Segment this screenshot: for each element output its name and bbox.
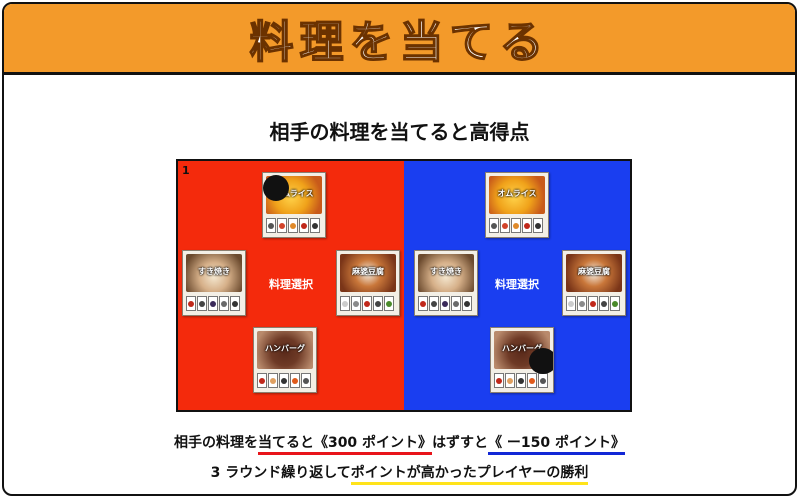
header-bar: 料理を当てる xyxy=(4,4,795,75)
rule-miss-points: 《 ー150 ポイント》 xyxy=(488,435,626,455)
dish-card-omurice[interactable]: オムライス xyxy=(485,172,549,238)
rule-text: 3 ラウンド繰り返して xyxy=(210,465,351,481)
ingredient-row xyxy=(186,296,244,311)
ingredient-row xyxy=(257,373,315,388)
ingredient-row xyxy=(494,373,552,388)
page-title: 料理を当てる xyxy=(249,16,550,69)
dish-name: ハンバーグ xyxy=(265,344,305,353)
dish-card-mabo[interactable]: 麻婆豆腐 xyxy=(336,250,400,316)
ingredient-row xyxy=(489,218,547,233)
dish-name: すき焼き xyxy=(430,267,462,276)
subtitle: 相手の料理を当てると高得点 xyxy=(269,120,530,144)
ink-blot xyxy=(263,175,289,201)
ingredient-row xyxy=(566,296,624,311)
dish-card-sukiyaki[interactable]: すき焼き xyxy=(182,250,246,316)
player-blue-panel: 料理選択 オムライス すき焼き 麻婆豆腐 ハンバーグ xyxy=(404,161,630,410)
rule-line-1: 相手の料理を当てると《300 ポイント》はずすと《 ー150 ポイント》 xyxy=(4,432,795,455)
rule-line-2: 3 ラウンド繰り返してポイントが高かったプレイヤーの勝利 xyxy=(4,462,795,485)
dish-name: 麻婆豆腐 xyxy=(578,267,610,276)
ingredient-row xyxy=(266,218,324,233)
ink-blot xyxy=(529,348,553,374)
dish-card-hamburg[interactable]: ハンバーグ xyxy=(490,327,554,393)
ingredient-row xyxy=(340,296,398,311)
dish-name: 麻婆豆腐 xyxy=(352,267,384,276)
dish-card-mabo[interactable]: 麻婆豆腐 xyxy=(562,250,626,316)
player-red-panel: 1 料理選択 オムライス すき焼き 麻婆豆腐 ハンバーグ xyxy=(178,161,404,410)
rule-text: 相手の料理を xyxy=(173,435,258,451)
ingredient-row xyxy=(418,296,476,311)
slide-frame: 料理を当てる 相手の料理を当てると高得点 1 料理選択 オムライス すき焼き 麻… xyxy=(2,2,797,496)
dish-card-omurice[interactable]: オムライス xyxy=(262,172,326,238)
rule-win-condition: ポイントが高かったプレイヤーの勝利 xyxy=(350,465,589,485)
game-board: 1 料理選択 オムライス すき焼き 麻婆豆腐 ハンバーグ 料理選択 オムライス … xyxy=(176,159,632,412)
dish-name: オムライス xyxy=(497,189,537,198)
dish-card-sukiyaki[interactable]: すき焼き xyxy=(414,250,478,316)
rule-text: はずすと xyxy=(432,435,489,451)
rule-hit-points: 当てると《300 ポイント》 xyxy=(257,435,433,455)
dish-card-hamburg[interactable]: ハンバーグ xyxy=(253,327,317,393)
dish-name: すき焼き xyxy=(198,267,230,276)
round-marker: 1 xyxy=(182,164,190,177)
